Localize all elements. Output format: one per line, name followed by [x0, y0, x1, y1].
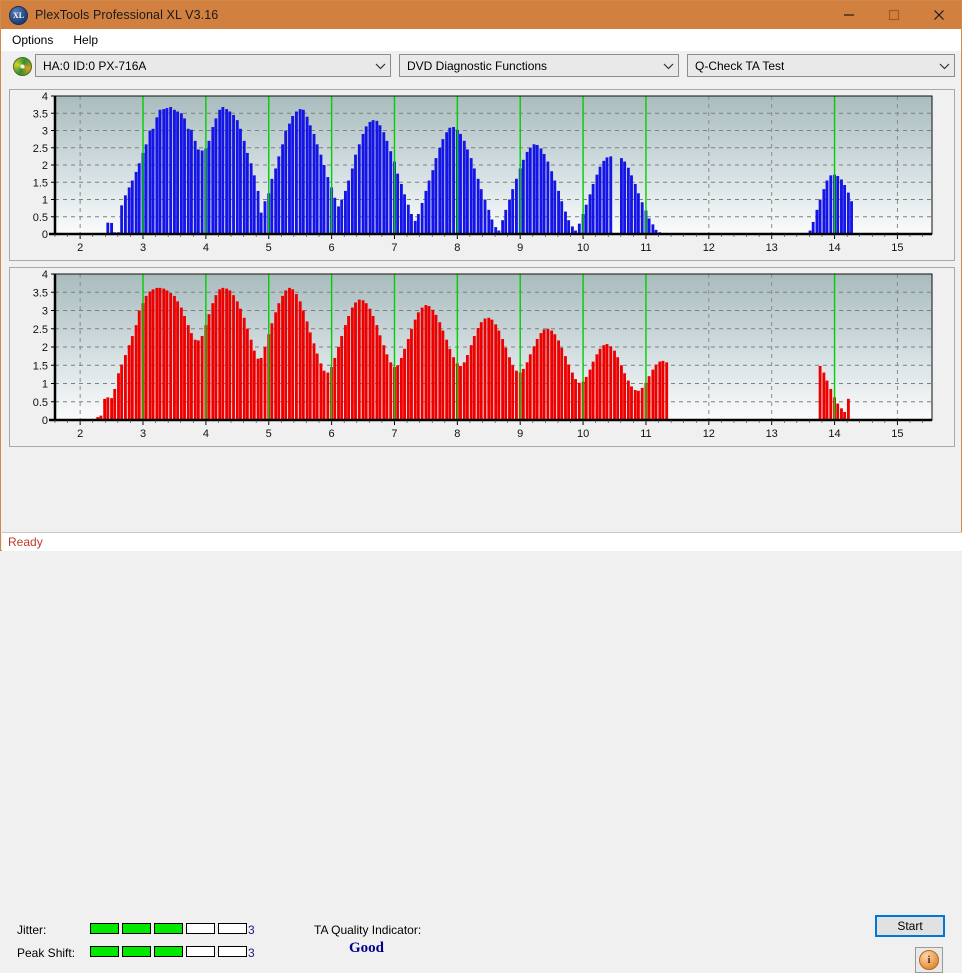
maximize-icon[interactable] — [871, 1, 916, 29]
status-text: Ready — [8, 535, 43, 549]
svg-text:8: 8 — [454, 428, 460, 440]
meter-segment — [122, 923, 151, 934]
svg-text:4: 4 — [42, 269, 48, 281]
svg-text:13: 13 — [766, 428, 778, 440]
start-button[interactable]: Start — [875, 915, 945, 937]
svg-text:12: 12 — [703, 242, 715, 254]
svg-text:3: 3 — [42, 126, 48, 138]
svg-text:2: 2 — [42, 160, 48, 172]
jitter-chart-panel: 0 0.5 1 1.5 2 2.5 3 3.5 4 2 3 4 5 6 7 8 9 10 11 12 13 14 15 — [9, 89, 955, 261]
app-logo-icon: XL — [9, 5, 28, 25]
svg-text:4: 4 — [203, 428, 209, 440]
svg-text:3.5: 3.5 — [33, 287, 48, 299]
meter-segment — [154, 946, 183, 957]
title-bar: XL PlexTools Professional XL V3.16 — [1, 1, 961, 29]
svg-text:3: 3 — [140, 428, 146, 440]
svg-text:14: 14 — [828, 428, 840, 440]
peak-shift-value: 3 — [248, 946, 255, 960]
menu-item-help[interactable]: Help — [64, 31, 107, 49]
svg-text:5: 5 — [266, 242, 272, 254]
svg-text:0.5: 0.5 — [33, 212, 48, 224]
menu-bar: Options Help — [1, 29, 961, 51]
peak-shift-chart-panel: 0 0.5 1 1.5 2 2.5 3 3.5 4 2 3 4 5 6 7 8 9 10 11 12 13 14 15 — [9, 267, 955, 447]
svg-text:1.5: 1.5 — [33, 360, 48, 372]
svg-text:4: 4 — [203, 242, 209, 254]
svg-text:4: 4 — [42, 91, 48, 103]
svg-text:8: 8 — [454, 242, 460, 254]
application-window: XL PlexTools Professional XL V3.16 Optio… — [0, 0, 962, 973]
svg-text:3: 3 — [140, 242, 146, 254]
chevron-down-icon — [934, 55, 954, 76]
svg-text:2: 2 — [42, 342, 48, 354]
ta-quality-value: Good — [349, 940, 385, 956]
svg-text:2: 2 — [77, 242, 83, 254]
svg-text:10: 10 — [577, 242, 589, 254]
svg-text:1.5: 1.5 — [33, 177, 48, 189]
test-select-value: Q-Check TA Test — [695, 58, 785, 73]
menu-item-options[interactable]: Options — [3, 31, 62, 49]
drive-select-value: HA:0 ID:0 PX-716A — [43, 58, 147, 73]
minimize-icon[interactable] — [826, 1, 871, 29]
svg-text:15: 15 — [891, 428, 903, 440]
svg-text:0: 0 — [42, 415, 48, 427]
svg-text:3: 3 — [42, 306, 48, 318]
meter-segment — [186, 923, 215, 934]
window-controls — [826, 1, 961, 29]
svg-text:7: 7 — [391, 428, 397, 440]
svg-text:2.5: 2.5 — [33, 143, 48, 155]
jitter-value: 3 — [248, 923, 255, 937]
disc-drive-icon — [13, 57, 32, 76]
meter-segment — [90, 923, 119, 934]
meter-segment — [122, 946, 151, 957]
svg-text:14: 14 — [828, 242, 840, 254]
indicator-area: Jitter: 3 Peak Shift: 3 TA Quality Indic… — [1, 453, 961, 973]
jitter-chart: 0 0.5 1 1.5 2 2.5 3 3.5 4 2 3 4 5 6 7 8 9 10 11 12 13 14 15 — [10, 90, 954, 260]
meter-segment — [186, 946, 215, 957]
svg-text:10: 10 — [577, 428, 589, 440]
ta-quality-label: TA Quality Indicator: — [314, 923, 422, 937]
chevron-down-icon — [658, 55, 678, 76]
svg-text:1: 1 — [42, 379, 48, 391]
meter-segment — [218, 946, 247, 957]
svg-text:6: 6 — [329, 428, 335, 440]
function-select-value: DVD Diagnostic Functions — [407, 58, 548, 73]
window-title: PlexTools Professional XL V3.16 — [35, 8, 219, 22]
status-bar: Ready — [2, 532, 962, 551]
jitter-label: Jitter: — [17, 923, 47, 937]
drive-select[interactable]: HA:0 ID:0 PX-716A — [35, 54, 391, 77]
peak-shift-chart: 0 0.5 1 1.5 2 2.5 3 3.5 4 2 3 4 5 6 7 8 9 10 11 12 13 14 15 — [10, 268, 954, 446]
svg-text:5: 5 — [266, 428, 272, 440]
svg-text:15: 15 — [891, 242, 903, 254]
chevron-down-icon — [370, 55, 390, 76]
info-icon: i — [919, 950, 939, 970]
function-select[interactable]: DVD Diagnostic Functions — [399, 54, 679, 77]
svg-text:2.5: 2.5 — [33, 324, 48, 336]
peak-shift-meter — [90, 946, 247, 957]
peak-shift-label: Peak Shift: — [17, 946, 76, 960]
svg-text:0.5: 0.5 — [33, 397, 48, 409]
svg-text:3.5: 3.5 — [33, 108, 48, 120]
svg-text:6: 6 — [329, 242, 335, 254]
svg-text:11: 11 — [640, 428, 651, 440]
svg-text:0: 0 — [42, 229, 48, 241]
svg-text:9: 9 — [517, 242, 523, 254]
svg-text:1: 1 — [42, 195, 48, 207]
svg-text:2: 2 — [77, 428, 83, 440]
meter-segment — [218, 923, 247, 934]
svg-text:9: 9 — [517, 428, 523, 440]
test-select[interactable]: Q-Check TA Test — [687, 54, 955, 77]
close-icon[interactable] — [916, 1, 961, 29]
svg-text:7: 7 — [391, 242, 397, 254]
svg-text:12: 12 — [703, 428, 715, 440]
jitter-meter — [90, 923, 247, 934]
meter-segment — [90, 946, 119, 957]
selector-row: HA:0 ID:0 PX-716A DVD Diagnostic Functio… — [1, 51, 961, 83]
svg-text:11: 11 — [640, 242, 651, 254]
meter-segment — [154, 923, 183, 934]
svg-text:13: 13 — [766, 242, 778, 254]
info-button[interactable]: i — [915, 947, 943, 973]
